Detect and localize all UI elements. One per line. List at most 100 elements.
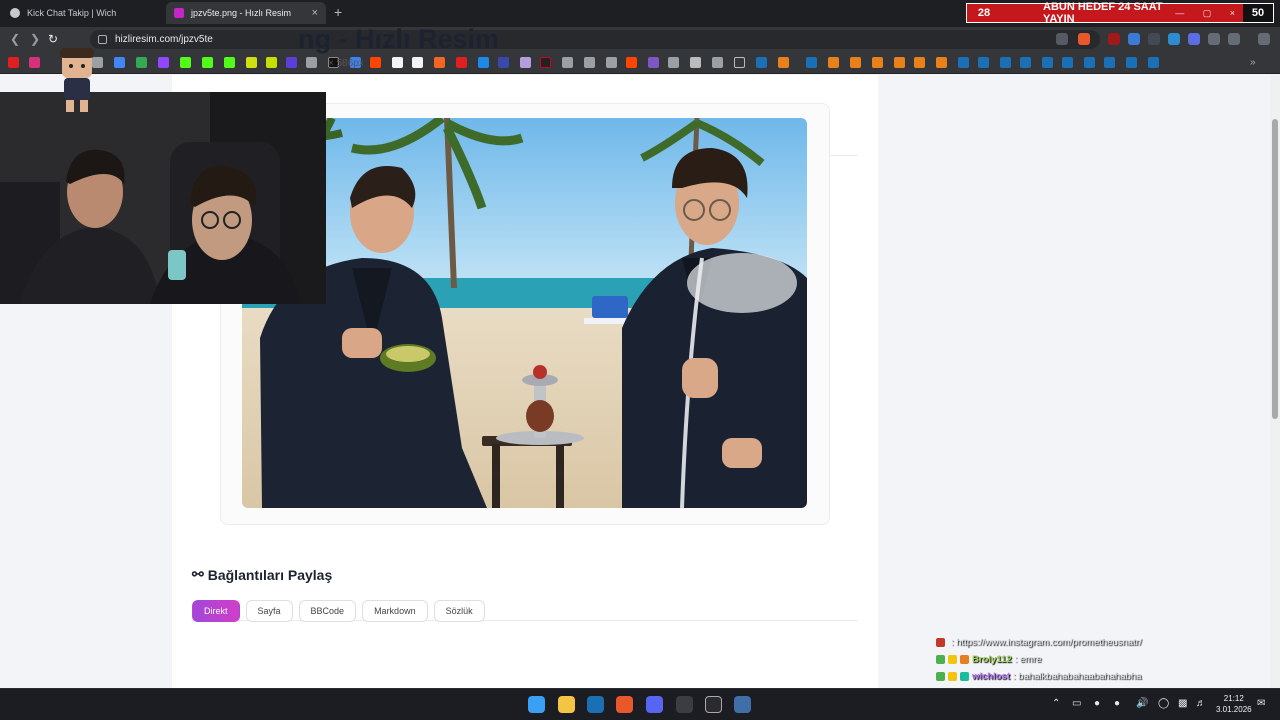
bookmark-icon[interactable]: [584, 57, 595, 68]
bookmark-icon[interactable]: [246, 57, 257, 68]
reload-icon[interactable]: ↻: [48, 32, 58, 46]
steam-bookmark-icon[interactable]: [806, 57, 817, 68]
uploaded-image[interactable]: [242, 118, 807, 508]
extension-icon[interactable]: [1168, 33, 1180, 45]
bookmark-icon[interactable]: [894, 57, 905, 68]
bookmark-icon[interactable]: [606, 57, 617, 68]
steam-bookmark-icon[interactable]: [958, 57, 969, 68]
steam-bookmark-icon[interactable]: [978, 57, 989, 68]
bookmark-icon[interactable]: [668, 57, 679, 68]
sidebar-icon[interactable]: [1228, 33, 1240, 45]
microphone-icon[interactable]: ◯: [1158, 698, 1169, 709]
bookmark-icon[interactable]: [562, 57, 573, 68]
bookmark-icon[interactable]: [690, 57, 701, 68]
brave-icon[interactable]: [616, 696, 633, 713]
bookmark-icon[interactable]: [478, 57, 489, 68]
scrollbar-thumb[interactable]: [1272, 119, 1278, 419]
extension-icon[interactable]: [1188, 33, 1200, 45]
discord-icon[interactable]: [646, 696, 663, 713]
twitch-bookmark-icon[interactable]: [158, 57, 169, 68]
menu-icon[interactable]: [1258, 33, 1270, 45]
back-icon[interactable]: ❮: [10, 32, 20, 46]
new-tab-button[interactable]: +: [334, 4, 342, 20]
kick-bookmark-icon[interactable]: [180, 57, 191, 68]
bookmark-icon[interactable]: [850, 57, 861, 68]
goal-message: ABUN HEDEF 24 SAAT YAYIN: [1043, 1, 1163, 25]
tab-hizli-resim[interactable]: jpzv5te.png - Hızlı Resim ×: [166, 2, 326, 24]
tab-markdown[interactable]: Markdown: [362, 600, 428, 622]
battery-icon[interactable]: ▭: [1072, 698, 1081, 709]
more-bookmarks-icon[interactable]: »: [1250, 57, 1261, 68]
app-icon[interactable]: [734, 696, 751, 713]
steam-bookmark-icon[interactable]: [1148, 57, 1159, 68]
steam-tray-icon[interactable]: ●: [1114, 698, 1120, 709]
tray-app-icon[interactable]: ●: [1094, 698, 1100, 709]
speaker-icon[interactable]: ♬: [1196, 698, 1206, 709]
forward-icon[interactable]: ❯: [30, 32, 40, 46]
start-icon[interactable]: [528, 696, 545, 713]
amazon-bookmark-icon[interactable]: [412, 57, 423, 68]
bookmark-icon[interactable]: [520, 57, 531, 68]
steam-bookmark-icon[interactable]: [1062, 57, 1073, 68]
tab-bbcode[interactable]: BBCode: [298, 600, 357, 622]
tab-sozluk[interactable]: Sözlük: [433, 600, 485, 622]
bookmark-icon[interactable]: [266, 57, 277, 68]
network-icon[interactable]: ▩: [1178, 698, 1187, 709]
system-clock[interactable]: 21:12 3.01.2026: [1216, 693, 1252, 715]
bookmark-icon[interactable]: [872, 57, 883, 68]
extension-icon[interactable]: [1128, 33, 1140, 45]
steam-bookmark-icon[interactable]: [1084, 57, 1095, 68]
chat-username: Broly112: [972, 654, 1012, 665]
bookmark-icon[interactable]: [778, 57, 789, 68]
tab-sayfa[interactable]: Sayfa: [245, 600, 293, 622]
steam-bookmark-icon[interactable]: [1104, 57, 1115, 68]
obs-icon[interactable]: [705, 696, 722, 713]
bookmark-icon[interactable]: [626, 57, 637, 68]
steam-bookmark-icon[interactable]: [1126, 57, 1137, 68]
bookmark-icon[interactable]: [286, 57, 297, 68]
steam-bookmark-icon[interactable]: [756, 57, 767, 68]
bookmark-icon[interactable]: [392, 57, 403, 68]
brave-shields-icon[interactable]: [1078, 33, 1090, 45]
bookmark-icon[interactable]: [936, 57, 947, 68]
instagram-bookmark-icon[interactable]: [29, 57, 40, 68]
gmail-bookmark-icon[interactable]: [114, 57, 125, 68]
youtube-bookmark-icon[interactable]: [8, 57, 19, 68]
share-icon[interactable]: [1056, 33, 1068, 45]
bookmark-icon[interactable]: [456, 57, 467, 68]
notification-icon[interactable]: ✉: [1257, 698, 1265, 709]
bookmark-icon[interactable]: [540, 57, 551, 68]
bookmark-icon[interactable]: [828, 57, 839, 68]
app-icon[interactable]: [676, 696, 693, 713]
site-info-icon[interactable]: [98, 35, 107, 44]
reddit-bookmark-icon[interactable]: [370, 57, 381, 68]
kick-bookmark-icon[interactable]: [224, 57, 235, 68]
ublock-icon[interactable]: [1108, 33, 1120, 45]
page-scrollbar[interactable]: [1270, 75, 1280, 688]
file-explorer-icon[interactable]: [558, 696, 575, 713]
extension-icon[interactable]: [1148, 33, 1160, 45]
bookmark-icon[interactable]: [712, 57, 723, 68]
bookmark-icon[interactable]: [306, 57, 317, 68]
gift-badge-icon: [960, 655, 969, 664]
tab-close-button[interactable]: ×: [312, 7, 318, 19]
kick-bookmark-icon[interactable]: [202, 57, 213, 68]
tab-direkt[interactable]: Direkt: [192, 600, 240, 622]
window-controls[interactable]: — ▢ ×: [1175, 8, 1243, 19]
volume-icon[interactable]: 🔊: [1136, 698, 1148, 709]
address-bar[interactable]: hizliresim.com/jpzv5te: [90, 30, 1100, 49]
steam-bookmark-icon[interactable]: [1042, 57, 1053, 68]
folder-icon[interactable]: [734, 57, 745, 68]
puzzle-icon[interactable]: [1208, 33, 1220, 45]
bookmark-icon[interactable]: [434, 57, 445, 68]
tab-bar: Kick Chat Takip | Wich jpzv5te.png - Hız…: [0, 0, 1280, 27]
bookmark-icon[interactable]: [498, 57, 509, 68]
steam-bookmark-icon[interactable]: [1020, 57, 1031, 68]
bookmark-icon[interactable]: [648, 57, 659, 68]
steam-icon[interactable]: [587, 696, 604, 713]
drive-bookmark-icon[interactable]: [136, 57, 147, 68]
steam-bookmark-icon[interactable]: [1000, 57, 1011, 68]
tray-overflow-icon[interactable]: ⌃: [1052, 698, 1060, 709]
tab-kick-chat[interactable]: Kick Chat Takip | Wich: [2, 2, 162, 24]
bookmark-icon[interactable]: [914, 57, 925, 68]
